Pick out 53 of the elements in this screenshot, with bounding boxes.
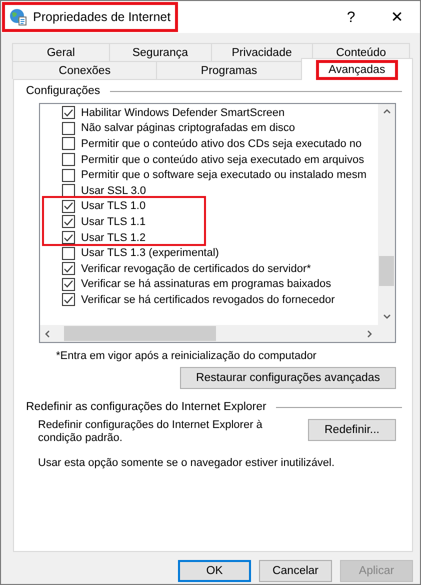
dialog-button[interactable]: OK — [178, 560, 251, 582]
chevron-right-icon[interactable] — [366, 330, 374, 338]
checkbox[interactable] — [62, 215, 75, 228]
window-title: Propriedades de Internet — [33, 10, 171, 24]
checkbox[interactable] — [62, 122, 75, 135]
close-button[interactable]: ✕ — [374, 8, 420, 26]
tab[interactable]: Conexões — [12, 61, 158, 79]
setting-label: Não salvar páginas criptografadas em disco — [81, 122, 296, 134]
dialog-button[interactable]: Cancelar — [259, 560, 332, 582]
tab[interactable]: Geral — [12, 43, 110, 61]
reset-description: Redefinir configurações do Internet Explorer à condição padrão. — [38, 419, 264, 445]
restore-button[interactable]: Restaurar configurações avançadas — [180, 367, 396, 389]
checkbox[interactable] — [62, 246, 75, 260]
checkbox[interactable] — [62, 153, 75, 166]
setting-label: Usar TLS 1.3 (experimental) — [81, 247, 219, 260]
scrollbar-thumb[interactable] — [64, 326, 216, 341]
reset-button[interactable]: Redefinir... — [308, 419, 396, 441]
setting-label: Verificar se há certificados revogados do fornecedor — [81, 294, 335, 306]
setting-label: Usar TLS 1.0 — [81, 200, 146, 212]
checkbox[interactable] — [62, 200, 75, 213]
globe-icon — [9, 8, 27, 26]
checkbox[interactable] — [62, 262, 75, 276]
setting-label: Usar TLS 1.2 — [81, 232, 146, 244]
setting-label: Usar TLS 1.1 — [81, 216, 146, 228]
setting-label: Habilitar Windows Defender SmartScreen — [81, 106, 285, 119]
setting-label: Verificar se há assinaturas em programas baixados — [81, 278, 332, 290]
setting-label: Permitir que o conteúdo ativo dos CDs seja executado no — [81, 138, 362, 150]
checkbox[interactable] — [62, 231, 75, 244]
reset-note: Usar esta opção somente se o navegador estiver inutilizável. — [38, 457, 336, 469]
chevron-down-icon[interactable] — [382, 313, 390, 321]
checkbox[interactable] — [62, 137, 75, 150]
setting-label: Permitir que o software seja executado ou instalado mesm — [81, 169, 367, 182]
checkbox[interactable] — [62, 106, 75, 120]
chevron-up-icon[interactable] — [382, 108, 390, 116]
setting-label: Verificar revogação de certificados do servidor* — [81, 262, 311, 275]
checkmark-icon — [64, 108, 73, 117]
checkbox[interactable] — [62, 293, 75, 306]
tab[interactable]: Programas — [156, 61, 302, 79]
checkbox[interactable] — [62, 278, 75, 291]
setting-label: Usar SSL 3.0 — [81, 184, 146, 197]
help-button[interactable]: ? — [328, 8, 374, 26]
checkbox[interactable] — [62, 168, 75, 182]
group-title: Configurações — [26, 85, 100, 97]
scrollbar-thumb[interactable] — [379, 256, 394, 286]
group-title: Redefinir as configurações do Internet Explorer — [26, 401, 266, 413]
chevron-left-icon[interactable] — [44, 330, 52, 338]
horizontal-scrollbar[interactable] — [40, 325, 395, 342]
footnote: *Entra em vigor após a reinicialização do computador — [56, 350, 318, 362]
tab[interactable]: Segurança — [108, 43, 212, 61]
tab[interactable]: Avançadas — [300, 58, 413, 80]
setting-label: Permitir que o conteúdo ativo seja executado em arquivos — [81, 154, 364, 166]
checkbox[interactable] — [62, 184, 75, 198]
vertical-scrollbar[interactable] — [378, 104, 395, 325]
